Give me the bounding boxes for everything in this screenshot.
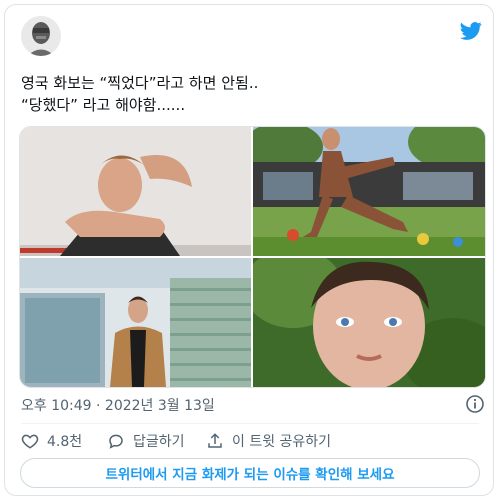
- like-count: 4.8천: [47, 434, 83, 450]
- photo-3[interactable]: [20, 258, 251, 387]
- info-icon[interactable]: [465, 394, 485, 414]
- twitter-bird-icon[interactable]: [460, 21, 482, 41]
- speech-bubble-icon: [109, 434, 123, 449]
- tweet-text-line-1: 영국 화보는 “찍었다”라고 하면 안됨..: [21, 74, 259, 92]
- photo-2[interactable]: [253, 127, 485, 256]
- photo-4[interactable]: [253, 258, 485, 387]
- trending-topics-button[interactable]: 트위터에서 지금 화제가 되는 이슈를 확인해 보세요: [20, 458, 480, 488]
- avatar[interactable]: [21, 16, 61, 56]
- heart-icon: [21, 434, 39, 449]
- share-label: 이 트윗 공유하기: [232, 434, 332, 450]
- trending-topics-label: 트위터에서 지금 화제가 되는 이슈를 확인해 보세요: [105, 467, 395, 483]
- tweet-text-line-2: “당했다” 라고 해야함......: [21, 96, 186, 114]
- share-upload-icon: [208, 433, 222, 448]
- tweet-time: 오후 10:49: [21, 398, 92, 414]
- reply-label: 답글하기: [133, 434, 185, 450]
- divider: [21, 423, 479, 424]
- photo-grid: [19, 126, 486, 388]
- tweet-timestamp[interactable]: 오후 10:49 · 2022년 3월 13일: [21, 395, 215, 415]
- like-button[interactable]: 4.8천: [21, 430, 82, 452]
- tweet-date: 2022년 3월 13일: [104, 398, 215, 414]
- tweet-card: 영국 화보는 “찍었다”라고 하면 안됨.. “당했다” 라고 해야함.....…: [4, 4, 494, 496]
- tweet-text: 영국 화보는 “찍었다”라고 하면 안됨.. “당했다” 라고 해야함.....…: [21, 72, 461, 116]
- photo-1[interactable]: [20, 127, 251, 256]
- meta-separator: ·: [91, 398, 105, 414]
- share-button[interactable]: 이 트윗 공유하기: [206, 430, 331, 452]
- reply-button[interactable]: 답글하기: [107, 430, 185, 452]
